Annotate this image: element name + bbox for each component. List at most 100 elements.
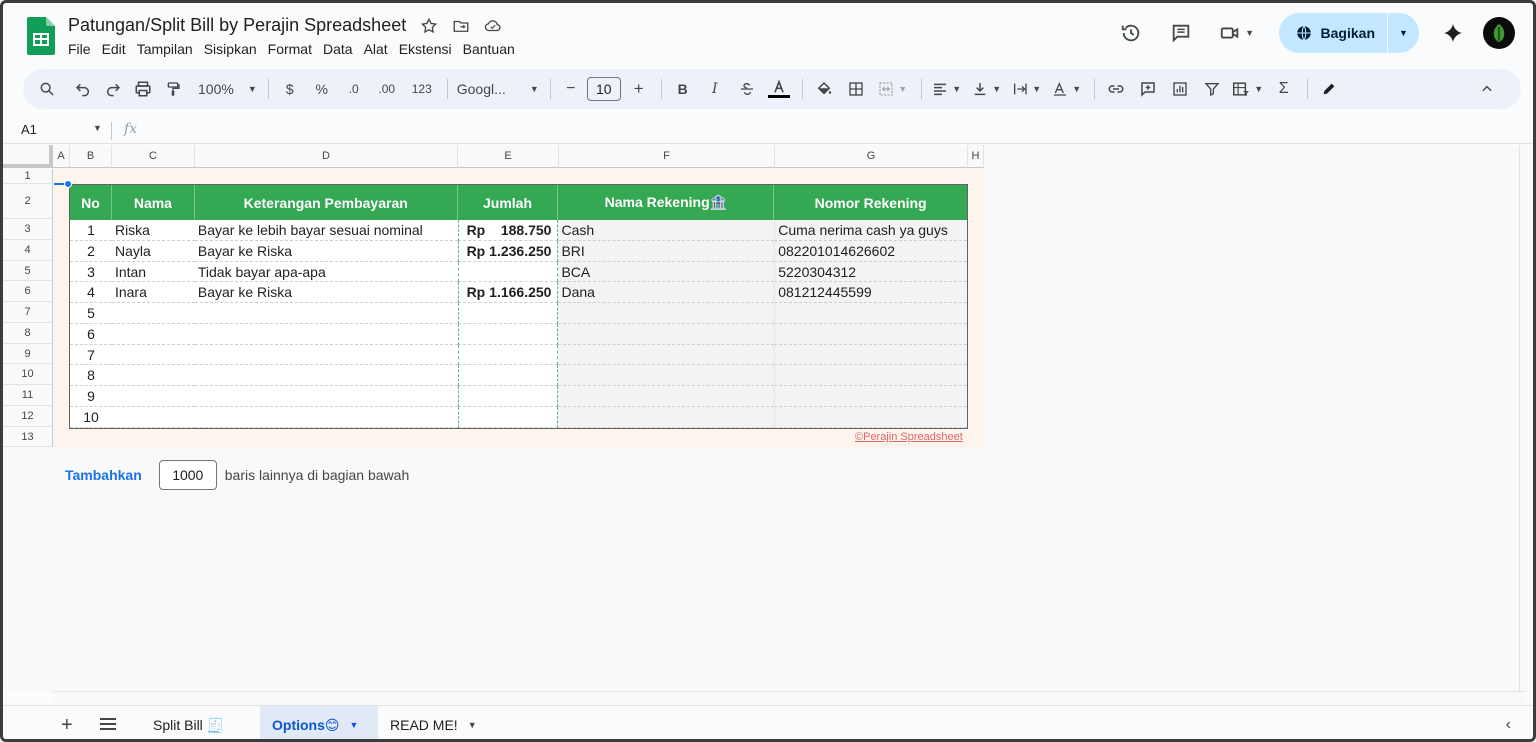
cell-no[interactable]: 3 — [70, 262, 112, 282]
share-button[interactable]: Bagikan ▼ — [1278, 13, 1419, 53]
vertical-scrollbar[interactable] — [1519, 145, 1533, 691]
header-nomor-rekening[interactable]: Nomor Rekening — [774, 185, 967, 220]
cloud-saved-icon[interactable] — [483, 16, 503, 36]
cell-keterangan[interactable]: Bayar ke Riska — [194, 241, 458, 262]
row-header-11[interactable]: 11 — [3, 385, 53, 406]
column-header-b[interactable]: B — [70, 145, 112, 168]
row-header-2[interactable]: 2 — [3, 184, 53, 219]
column-header-h[interactable]: H — [968, 145, 984, 168]
cell-nomor-rekening[interactable]: 5220304312 — [774, 262, 967, 282]
version-history-icon[interactable] — [1111, 13, 1151, 53]
decrease-font-size-button[interactable]: − — [557, 75, 585, 103]
cell-nama[interactable] — [111, 407, 195, 428]
more-formats-button[interactable]: 123 — [405, 75, 439, 103]
cell-keterangan[interactable] — [194, 324, 458, 345]
cell-nomor-rekening[interactable]: Cuma nerima cash ya guys — [774, 220, 967, 241]
header-jumlah[interactable]: Jumlah — [458, 185, 559, 220]
row-header-10[interactable]: 10 — [3, 364, 53, 385]
star-icon[interactable] — [419, 16, 439, 36]
currency-format-button[interactable]: $ — [275, 75, 305, 103]
header-no[interactable]: No — [70, 185, 112, 220]
print-icon[interactable] — [129, 75, 157, 103]
row-header-5[interactable]: 5 — [3, 261, 53, 281]
cell-nomor-rekening[interactable] — [774, 386, 967, 407]
chevron-left-icon[interactable]: ‹ — [1506, 716, 1511, 734]
filter-views-icon[interactable]: ▼ — [1229, 75, 1267, 103]
cell-jumlah[interactable] — [457, 386, 559, 407]
cell-nama[interactable] — [111, 303, 195, 324]
cell-nama-rekening[interactable]: Cash — [558, 220, 775, 241]
cell-nomor-rekening[interactable]: 081212445599 — [774, 282, 967, 303]
meet-video-icon[interactable]: ▼ — [1211, 13, 1263, 53]
row-header-1[interactable]: 1 — [3, 169, 53, 184]
strikethrough-icon[interactable] — [732, 75, 762, 103]
cell-nomor-rekening[interactable] — [774, 324, 967, 345]
cell-jumlah[interactable]: Rp 188.750 — [457, 220, 559, 241]
cell-nama[interactable] — [111, 365, 195, 386]
cell-nomor-rekening[interactable] — [774, 345, 967, 365]
column-header-c[interactable]: C — [112, 145, 195, 168]
cell-no[interactable]: 9 — [70, 386, 112, 407]
filter-icon[interactable] — [1197, 75, 1227, 103]
cell-keterangan[interactable]: Bayar ke Riska — [194, 282, 458, 303]
avatar[interactable] — [1483, 17, 1515, 49]
menu-view[interactable]: Tampilan — [137, 41, 200, 57]
insert-link-icon[interactable] — [1101, 75, 1131, 103]
cell-nama[interactable] — [111, 324, 195, 345]
add-sheet-plus-icon[interactable]: + — [61, 714, 73, 737]
cell-nama-rekening[interactable] — [558, 303, 775, 324]
search-menus-icon[interactable] — [33, 75, 61, 103]
cell-nama[interactable]: Intan — [111, 262, 195, 282]
decrease-decimal-button[interactable]: .0 — [339, 75, 369, 103]
cell-no[interactable]: 4 — [70, 282, 112, 303]
cell-no[interactable]: 1 — [70, 220, 112, 241]
text-rotation-icon[interactable]: ▼ — [1048, 75, 1086, 103]
cell-nama[interactable] — [111, 386, 195, 407]
menu-extensions[interactable]: Ekstensi — [399, 41, 459, 57]
vertical-align-icon[interactable]: ▼ — [968, 75, 1006, 103]
functions-button[interactable]: Σ — [1269, 75, 1299, 103]
fill-color-icon[interactable] — [809, 75, 839, 103]
cell-jumlah[interactable] — [457, 324, 559, 345]
insert-comment-icon[interactable] — [1133, 75, 1163, 103]
insert-chart-icon[interactable] — [1165, 75, 1195, 103]
sheet-tab-read-me[interactable]: READ ME! ▼ — [378, 706, 489, 739]
column-header-e[interactable]: E — [458, 145, 559, 168]
cell-jumlah[interactable] — [457, 407, 559, 428]
increase-decimal-button[interactable]: .00 — [371, 75, 403, 103]
cell-keterangan[interactable]: Tidak bayar apa-apa — [194, 262, 458, 282]
italic-button[interactable]: I — [700, 75, 730, 103]
cell-keterangan[interactable] — [194, 386, 458, 407]
cell-jumlah[interactable]: Rp 1.236.250 — [457, 241, 559, 262]
cell-no[interactable]: 2 — [70, 241, 112, 262]
cell-nama[interactable]: Riska — [111, 220, 195, 241]
redo-icon[interactable] — [99, 75, 127, 103]
cell-keterangan[interactable]: Bayar ke lebih bayar sesuai nominal — [194, 220, 458, 241]
zoom-select[interactable]: 100% ▼ — [195, 75, 260, 103]
share-dropdown-icon[interactable]: ▼ — [1387, 13, 1419, 53]
row-header-3[interactable]: 3 — [3, 219, 53, 240]
cell-nomor-rekening[interactable] — [774, 365, 967, 386]
gemini-sparkle-icon[interactable] — [1433, 13, 1473, 53]
bold-button[interactable]: B — [668, 75, 698, 103]
cell-keterangan[interactable] — [194, 365, 458, 386]
percent-format-button[interactable]: % — [307, 75, 337, 103]
menu-data[interactable]: Data — [323, 41, 360, 57]
increase-font-size-button[interactable]: + — [625, 75, 653, 103]
cell-nomor-rekening[interactable] — [774, 303, 967, 324]
menu-tools[interactable]: Alat — [364, 41, 395, 57]
tab-menu-caret-icon[interactable]: ▼ — [349, 720, 358, 730]
cell-keterangan[interactable] — [194, 303, 458, 324]
column-header-g[interactable]: G — [775, 145, 968, 168]
cell-jumlah[interactable] — [457, 303, 559, 324]
selection-handle[interactable] — [64, 180, 72, 188]
move-folder-icon[interactable] — [451, 16, 471, 36]
cell-nama-rekening[interactable]: Dana — [558, 282, 775, 303]
cell-nama-rekening[interactable] — [558, 365, 775, 386]
all-sheets-list-icon[interactable] — [99, 717, 117, 731]
collapse-menus-chevron-up-icon[interactable] — [1473, 75, 1501, 103]
cell-keterangan[interactable] — [194, 407, 458, 428]
cell-nama-rekening[interactable] — [558, 407, 775, 428]
undo-icon[interactable] — [69, 75, 97, 103]
sheets-logo-icon[interactable] — [27, 17, 55, 55]
